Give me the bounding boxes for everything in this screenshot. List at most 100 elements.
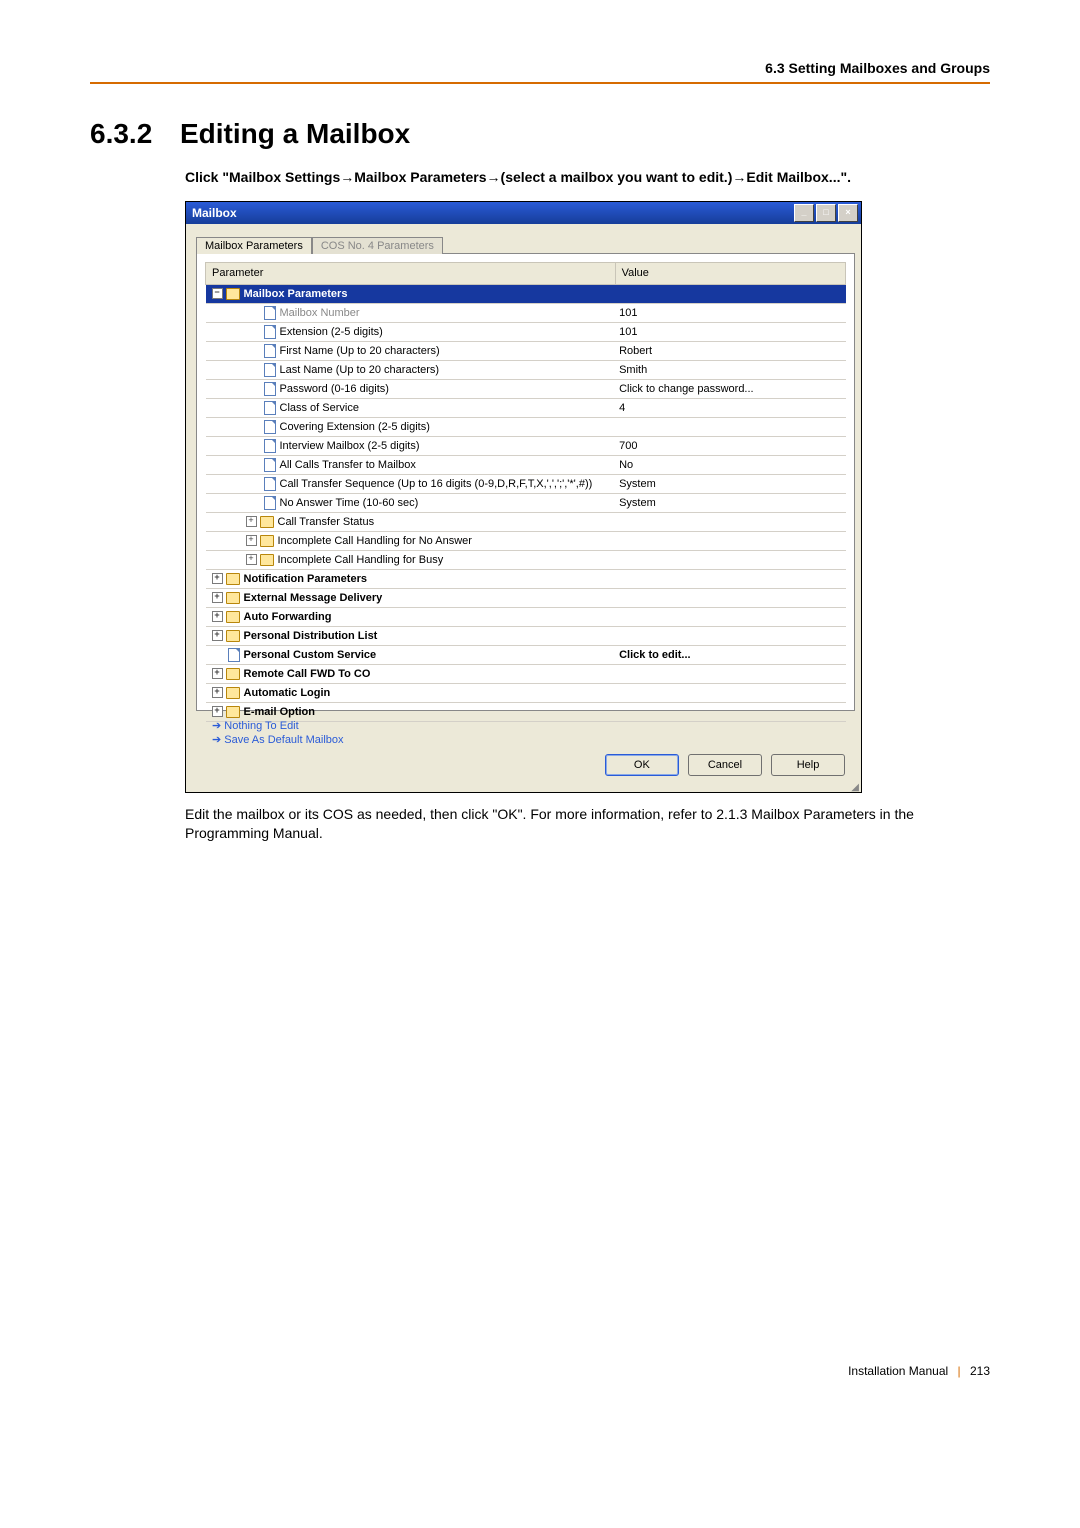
nav-instruction: Click "Mailbox Settings→Mailbox Paramete… [185, 168, 990, 187]
mailbox-dialog: Mailbox _ □ × Mailbox Parameters COS No.… [185, 201, 862, 793]
table-row[interactable]: All Calls Transfer to MailboxNo [206, 455, 846, 474]
table-row[interactable]: + External Message Delivery [206, 588, 846, 607]
section-number: 6.3.2 [90, 118, 180, 150]
row-value[interactable] [615, 588, 845, 607]
close-icon[interactable]: × [838, 204, 858, 222]
table-row[interactable]: Covering Extension (2-5 digits) [206, 417, 846, 436]
page-footer: Installation Manual | 213 [848, 1364, 990, 1378]
row-value[interactable]: Click to edit... [615, 645, 845, 664]
tab-mailbox-parameters[interactable]: Mailbox Parameters [196, 237, 312, 254]
row-value[interactable] [615, 683, 845, 702]
table-row[interactable]: + Automatic Login [206, 683, 846, 702]
row-value[interactable] [615, 626, 845, 645]
minimize-icon[interactable]: _ [794, 204, 814, 222]
document-icon [264, 363, 276, 377]
collapse-icon[interactable]: − [212, 288, 223, 299]
row-value[interactable]: Robert [615, 341, 845, 360]
table-row[interactable]: Call Transfer Sequence (Up to 16 digits … [206, 474, 846, 493]
table-row[interactable]: +Personal Distribution List [206, 626, 846, 645]
expand-icon[interactable]: + [212, 706, 223, 717]
row-label: Mailbox Number [280, 307, 360, 319]
ok-button[interactable]: OK [605, 754, 679, 776]
row-label: Automatic Login [244, 687, 331, 699]
col-value[interactable]: Value [615, 262, 845, 284]
document-icon [228, 648, 240, 662]
expand-icon[interactable]: + [212, 630, 223, 641]
folder-icon [260, 554, 274, 566]
table-row[interactable]: Extension (2-5 digits) 101 [206, 322, 846, 341]
row-value[interactable] [615, 550, 845, 569]
table-row[interactable]: No Answer Time (10-60 sec) System [206, 493, 846, 512]
row-value[interactable] [615, 512, 845, 531]
row-value[interactable]: System [615, 474, 845, 493]
row-label: Call Transfer Sequence (Up to 16 digits … [280, 478, 593, 490]
row-label: Incomplete Call Handling for Busy [278, 554, 444, 566]
folder-icon [226, 288, 240, 300]
folder-icon [226, 573, 240, 585]
document-icon [264, 306, 276, 320]
resize-grip-icon[interactable]: ◢ [186, 784, 861, 792]
table-row[interactable]: Last Name (Up to 20 characters)Smith [206, 360, 846, 379]
expand-icon[interactable]: + [212, 573, 223, 584]
row-label: Auto Forwarding [244, 611, 332, 623]
folder-icon [226, 630, 240, 642]
table-row[interactable]: +Remote Call FWD To CO [206, 664, 846, 683]
row-label: Extension (2-5 digits) [280, 326, 383, 338]
row-value[interactable]: No [615, 455, 845, 474]
footer-doc-name: Installation Manual [848, 1364, 948, 1378]
document-icon [264, 401, 276, 415]
row-label: Notification Parameters [244, 573, 367, 585]
row-value[interactable] [615, 569, 845, 588]
cancel-button[interactable]: Cancel [688, 754, 762, 776]
link-nothing-to-edit[interactable]: ➔ Nothing To Edit [212, 719, 851, 732]
row-value[interactable] [615, 531, 845, 550]
row-value[interactable] [615, 417, 845, 436]
folder-icon [226, 611, 240, 623]
link-save-default[interactable]: ➔ Save As Default Mailbox [212, 733, 851, 746]
expand-icon[interactable]: + [212, 687, 223, 698]
table-row[interactable]: + Incomplete Call Handling for Busy [206, 550, 846, 569]
section-heading: Editing a Mailbox [180, 118, 410, 149]
row-label: Incomplete Call Handling for No Answer [278, 535, 472, 547]
row-value[interactable]: 700 [615, 436, 845, 455]
expand-icon[interactable]: + [212, 592, 223, 603]
row-value[interactable]: 101 [615, 322, 845, 341]
row-label: External Message Delivery [244, 592, 383, 604]
table-row[interactable]: Mailbox Number 101 [206, 303, 846, 322]
help-button[interactable]: Help [771, 754, 845, 776]
group-mailbox-parameters[interactable]: −Mailbox Parameters [206, 284, 846, 303]
expand-icon[interactable]: + [246, 554, 257, 565]
row-value[interactable]: Click to change password... [615, 379, 845, 398]
table-row[interactable]: + Notification Parameters [206, 569, 846, 588]
row-label: E-mail Option [244, 706, 316, 718]
row-label: Class of Service [280, 402, 359, 414]
table-row[interactable]: Interview Mailbox (2-5 digits)700 [206, 436, 846, 455]
expand-icon[interactable]: + [246, 535, 257, 546]
footer-page-number: 213 [970, 1364, 990, 1378]
row-value[interactable]: 4 [615, 398, 845, 417]
document-icon [264, 439, 276, 453]
expand-icon[interactable]: + [212, 668, 223, 679]
document-icon [264, 458, 276, 472]
maximize-icon[interactable]: □ [816, 204, 836, 222]
table-row[interactable]: First Name (Up to 20 characters)Robert [206, 341, 846, 360]
table-row[interactable]: Personal Custom ServiceClick to edit... [206, 645, 846, 664]
row-value[interactable]: Smith [615, 360, 845, 379]
table-row[interactable]: + Incomplete Call Handling for No Answer [206, 531, 846, 550]
document-icon [264, 325, 276, 339]
expand-icon[interactable]: + [246, 516, 257, 527]
document-icon [264, 382, 276, 396]
table-row[interactable]: Password (0-16 digits)Click to change pa… [206, 379, 846, 398]
col-parameter[interactable]: Parameter [206, 262, 616, 284]
row-label: No Answer Time (10-60 sec) [280, 497, 419, 509]
row-value[interactable]: 101 [615, 303, 845, 322]
expand-icon[interactable]: + [212, 611, 223, 622]
table-row[interactable]: Class of Service 4 [206, 398, 846, 417]
table-row[interactable]: +Call Transfer Status [206, 512, 846, 531]
tab-cos-parameters[interactable]: COS No. 4 Parameters [312, 237, 443, 254]
row-value[interactable] [615, 664, 845, 683]
body-paragraph: Edit the mailbox or its COS as needed, t… [185, 805, 990, 844]
row-value[interactable]: System [615, 493, 845, 512]
table-row[interactable]: + Auto Forwarding [206, 607, 846, 626]
row-value[interactable] [615, 607, 845, 626]
